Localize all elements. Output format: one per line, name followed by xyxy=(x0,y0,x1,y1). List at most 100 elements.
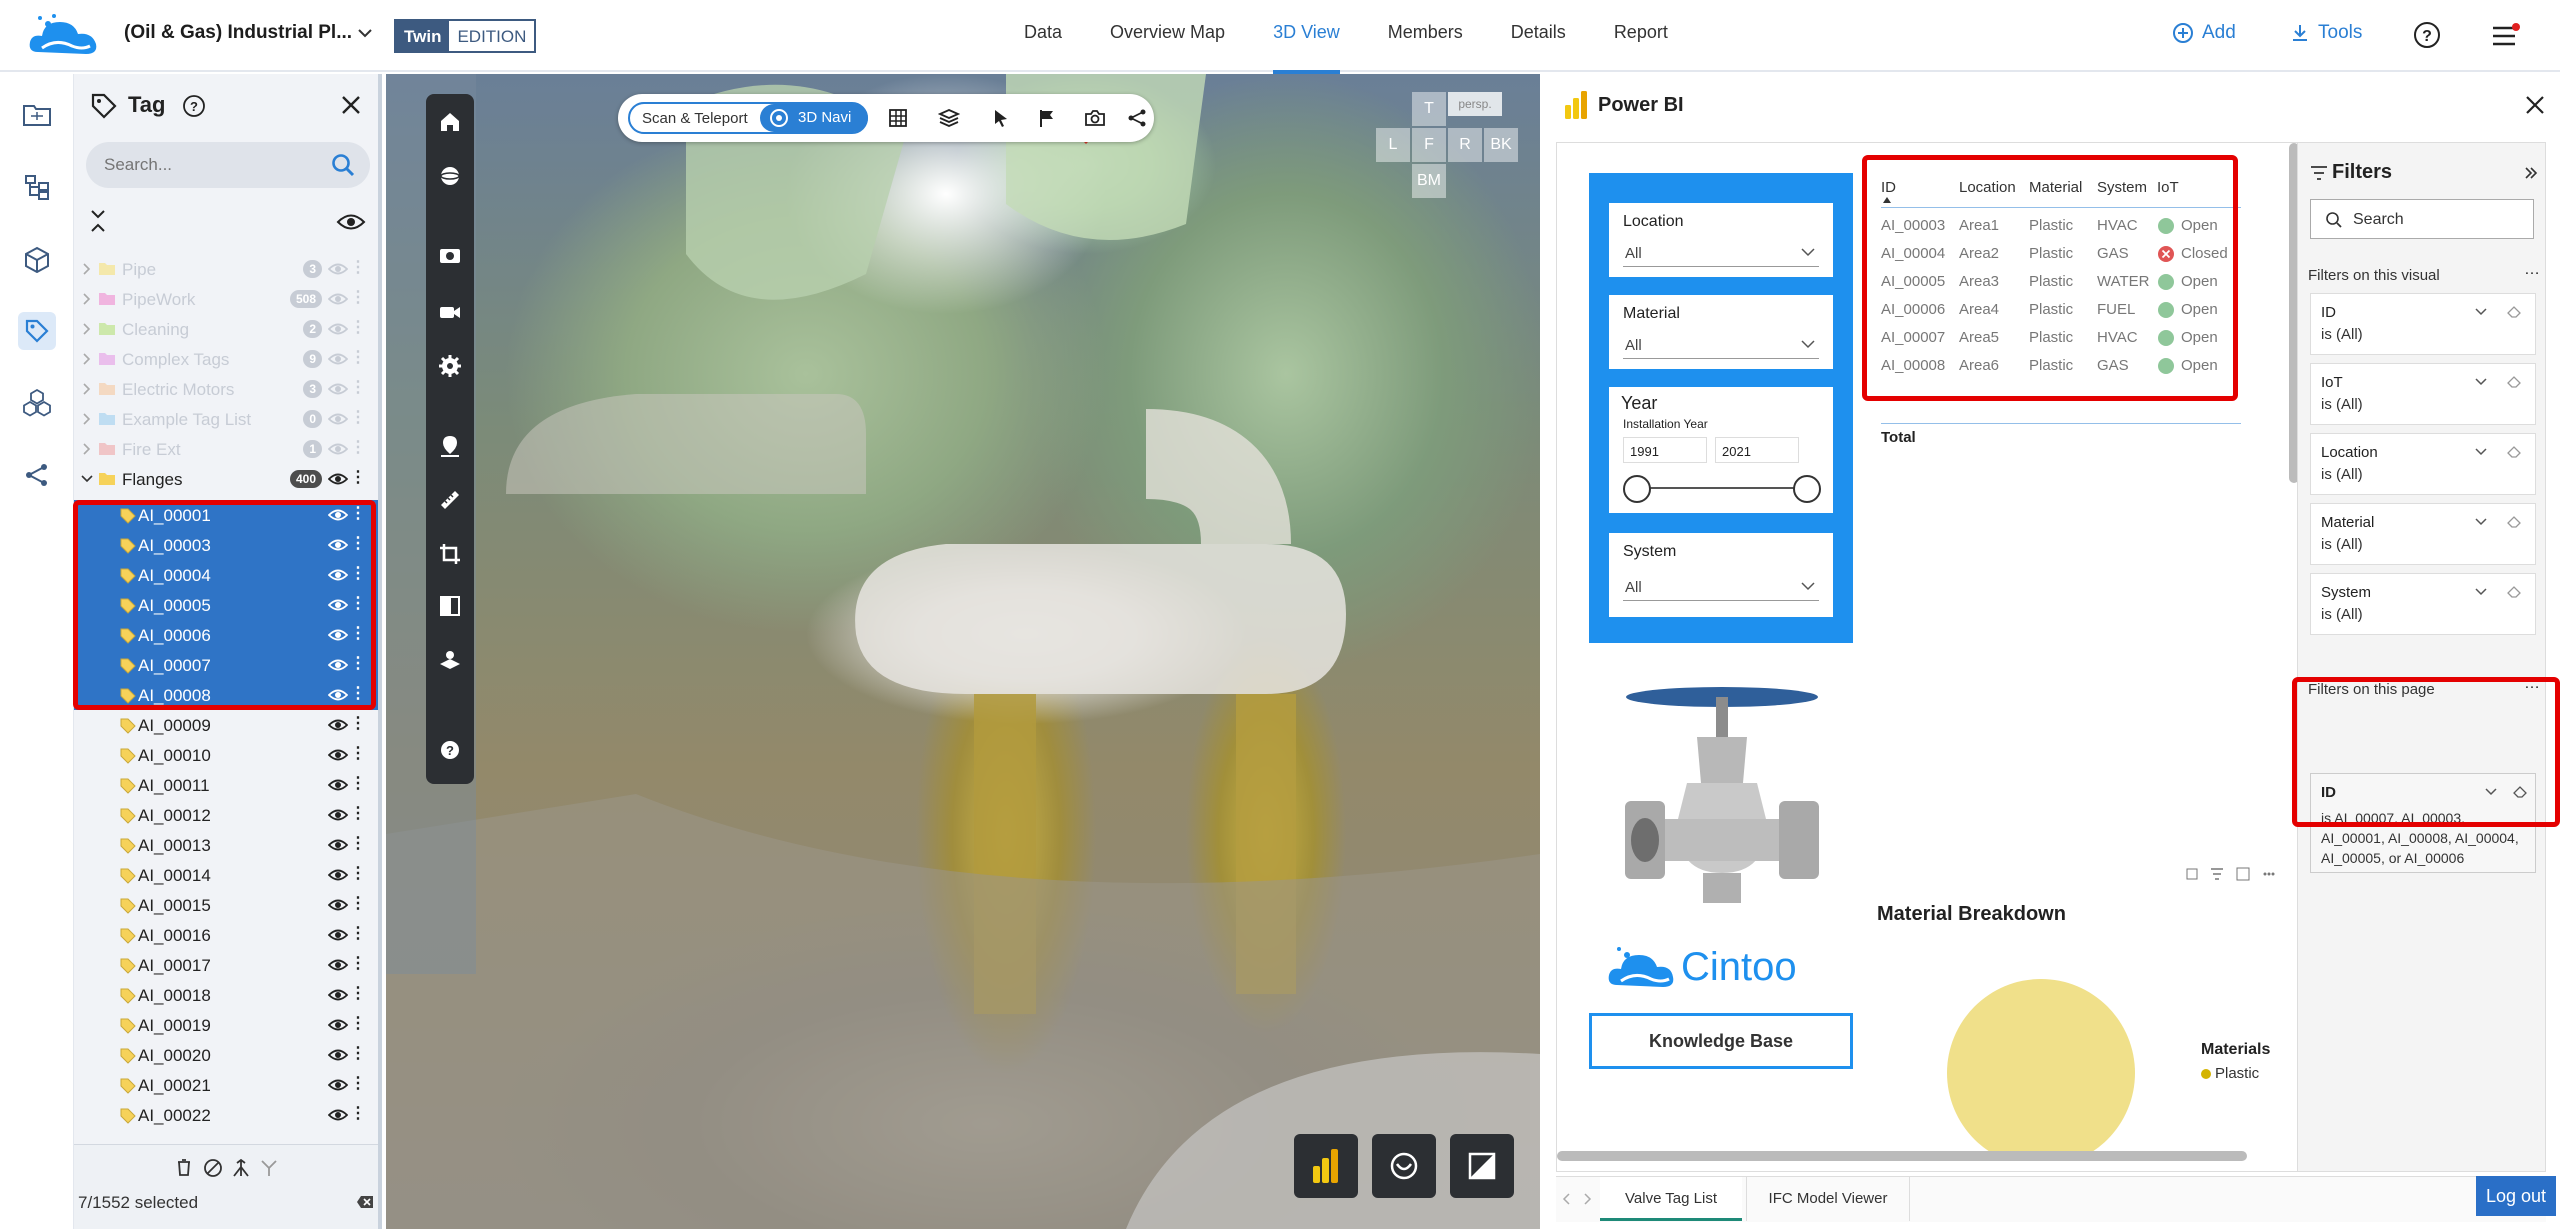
chevron-right-icon[interactable] xyxy=(80,412,94,426)
chevron-right-icon[interactable] xyxy=(80,292,94,306)
page-nav-arrows-icon[interactable] xyxy=(1562,1193,1592,1205)
more-options-icon[interactable]: ⋮ xyxy=(350,1046,366,1062)
merge-icon[interactable] xyxy=(230,1157,252,1179)
chevron-down-icon[interactable] xyxy=(2475,518,2487,526)
visual-filter-card[interactable]: ID is (All) xyxy=(2310,293,2536,355)
search-icon[interactable] xyxy=(330,152,356,178)
tag-group-row[interactable]: Example Tag List 0 ⋮ xyxy=(74,404,378,434)
more-options-icon[interactable]: ⋮ xyxy=(350,536,366,552)
chevron-down-icon[interactable] xyxy=(2475,588,2487,596)
location-pin-icon[interactable] xyxy=(438,434,462,458)
more-options-icon[interactable]: ⋮ xyxy=(350,410,366,426)
more-options-icon[interactable]: ⋮ xyxy=(350,350,366,366)
layer-pin-icon[interactable] xyxy=(438,648,462,672)
chevron-down-icon[interactable] xyxy=(80,472,94,486)
visibility-eye-icon[interactable] xyxy=(328,382,348,396)
hierarchy-icon[interactable] xyxy=(18,168,56,206)
more-options-icon[interactable]: … xyxy=(2524,261,2540,279)
visual-filter-card[interactable]: Location is (All) xyxy=(2310,433,2536,495)
chevron-right-icon[interactable] xyxy=(80,352,94,366)
tab-report[interactable]: Report xyxy=(1614,0,1668,72)
tag-item-row[interactable]: AI_00014 ⋮ xyxy=(74,860,378,890)
visibility-eye-icon[interactable] xyxy=(328,868,348,882)
visual-header-icons[interactable] xyxy=(2185,865,2275,883)
more-options-icon[interactable]: ⋮ xyxy=(350,986,366,1002)
tools-button[interactable]: Tools xyxy=(2290,22,2362,44)
crop-icon[interactable] xyxy=(438,542,462,566)
tag-item-row[interactable]: AI_00015 ⋮ xyxy=(74,890,378,920)
eye-icon[interactable] xyxy=(336,212,366,232)
tag-group-row[interactable]: Electric Motors 3 ⋮ xyxy=(74,374,378,404)
visual-filter-card[interactable]: Material is (All) xyxy=(2310,503,2536,565)
power-bi-button[interactable] xyxy=(1294,1134,1358,1198)
visibility-eye-icon[interactable] xyxy=(328,412,348,426)
tag-group-row[interactable]: PipeWork 508 ⋮ xyxy=(74,284,378,314)
view-right-button[interactable]: R xyxy=(1448,128,1482,162)
tag-item-row[interactable]: AI_00021 ⋮ xyxy=(74,1070,378,1100)
tag-item-row[interactable]: AI_00006 ⋮ xyxy=(74,620,378,650)
tag-item-row[interactable]: AI_00009 ⋮ xyxy=(74,710,378,740)
3d-navi-button[interactable]: 3D Navi xyxy=(760,104,868,132)
fullscreen-button[interactable] xyxy=(1450,1134,1514,1198)
eraser-icon[interactable] xyxy=(2507,516,2521,528)
chevron-right-icon[interactable] xyxy=(80,382,94,396)
add-button[interactable]: Add xyxy=(2172,22,2236,44)
tag-item-row[interactable]: AI_00010 ⋮ xyxy=(74,740,378,770)
share-icon[interactable] xyxy=(1128,108,1146,128)
tab-valve-tag-list[interactable]: Valve Tag List xyxy=(1600,1177,1742,1221)
visibility-eye-icon[interactable] xyxy=(328,1018,348,1032)
tag-item-row[interactable]: AI_00012 ⋮ xyxy=(74,800,378,830)
chevron-down-icon[interactable] xyxy=(356,24,374,42)
visibility-eye-icon[interactable] xyxy=(328,262,348,276)
eraser-icon[interactable] xyxy=(2507,376,2521,388)
close-icon[interactable] xyxy=(340,94,362,116)
view-back-button[interactable]: BK xyxy=(1484,128,1518,162)
year-from-input[interactable]: 1991 xyxy=(1623,437,1707,463)
tab-overview-map[interactable]: Overview Map xyxy=(1110,0,1225,72)
tab-3d-view[interactable]: 3D View xyxy=(1273,0,1340,74)
flag-icon[interactable] xyxy=(1038,108,1056,128)
project-title[interactable]: (Oil & Gas) Industrial Pl... xyxy=(124,22,352,44)
tag-item-row[interactable]: AI_00019 ⋮ xyxy=(74,1010,378,1040)
visibility-eye-icon[interactable] xyxy=(328,628,348,642)
tag-group-row[interactable]: Fire Ext 1 ⋮ xyxy=(74,434,378,464)
grid-icon[interactable] xyxy=(888,108,908,128)
tag-group-row[interactable]: Complex Tags 9 ⋮ xyxy=(74,344,378,374)
tag-item-row[interactable]: AI_00011 ⋮ xyxy=(74,770,378,800)
visibility-eye-icon[interactable] xyxy=(328,898,348,912)
chevron-down-icon[interactable] xyxy=(2475,378,2487,386)
visibility-eye-icon[interactable] xyxy=(328,688,348,702)
camera-icon[interactable] xyxy=(1084,108,1106,128)
scan-icon[interactable] xyxy=(438,244,462,268)
year-range-handle-start[interactable] xyxy=(1623,475,1651,503)
more-options-icon[interactable]: ⋮ xyxy=(350,440,366,456)
col-material[interactable]: Material xyxy=(2029,179,2082,196)
visual-filter-card[interactable]: System is (All) xyxy=(2310,573,2536,635)
tag-item-row[interactable]: AI_00018 ⋮ xyxy=(74,980,378,1010)
col-system[interactable]: System xyxy=(2097,179,2147,196)
visibility-eye-icon[interactable] xyxy=(328,1078,348,1092)
more-options-icon[interactable]: ⋮ xyxy=(350,626,366,642)
logout-button[interactable]: Log out xyxy=(2476,1176,2556,1216)
cursor-icon[interactable] xyxy=(992,108,1010,128)
cube-icon[interactable] xyxy=(18,240,56,278)
ruler-icon[interactable] xyxy=(438,488,462,512)
more-options-icon[interactable]: ⋮ xyxy=(350,470,366,486)
location-dropdown[interactable]: All xyxy=(1623,237,1819,267)
material-pie-chart[interactable] xyxy=(1941,973,2141,1153)
eraser-icon[interactable] xyxy=(2513,786,2527,798)
visibility-eye-icon[interactable] xyxy=(328,598,348,612)
more-options-icon[interactable]: ⋮ xyxy=(350,776,366,792)
eraser-icon[interactable] xyxy=(2507,586,2521,598)
visibility-eye-icon[interactable] xyxy=(328,778,348,792)
eraser-icon[interactable] xyxy=(2507,446,2521,458)
tag-group-row[interactable]: Flanges 400 ⋮ xyxy=(74,464,378,494)
trash-icon[interactable] xyxy=(174,1157,194,1177)
view-top-button[interactable]: T xyxy=(1412,92,1446,126)
tab-ifc-model-viewer[interactable]: IFC Model Viewer xyxy=(1746,1177,1910,1221)
more-options-icon[interactable]: ⋮ xyxy=(350,926,366,942)
material-dropdown[interactable]: All xyxy=(1623,329,1819,359)
tag-group-row[interactable]: Pipe 3 ⋮ xyxy=(74,254,378,284)
visibility-eye-icon[interactable] xyxy=(328,292,348,306)
tag-item-row[interactable]: AI_00017 ⋮ xyxy=(74,950,378,980)
